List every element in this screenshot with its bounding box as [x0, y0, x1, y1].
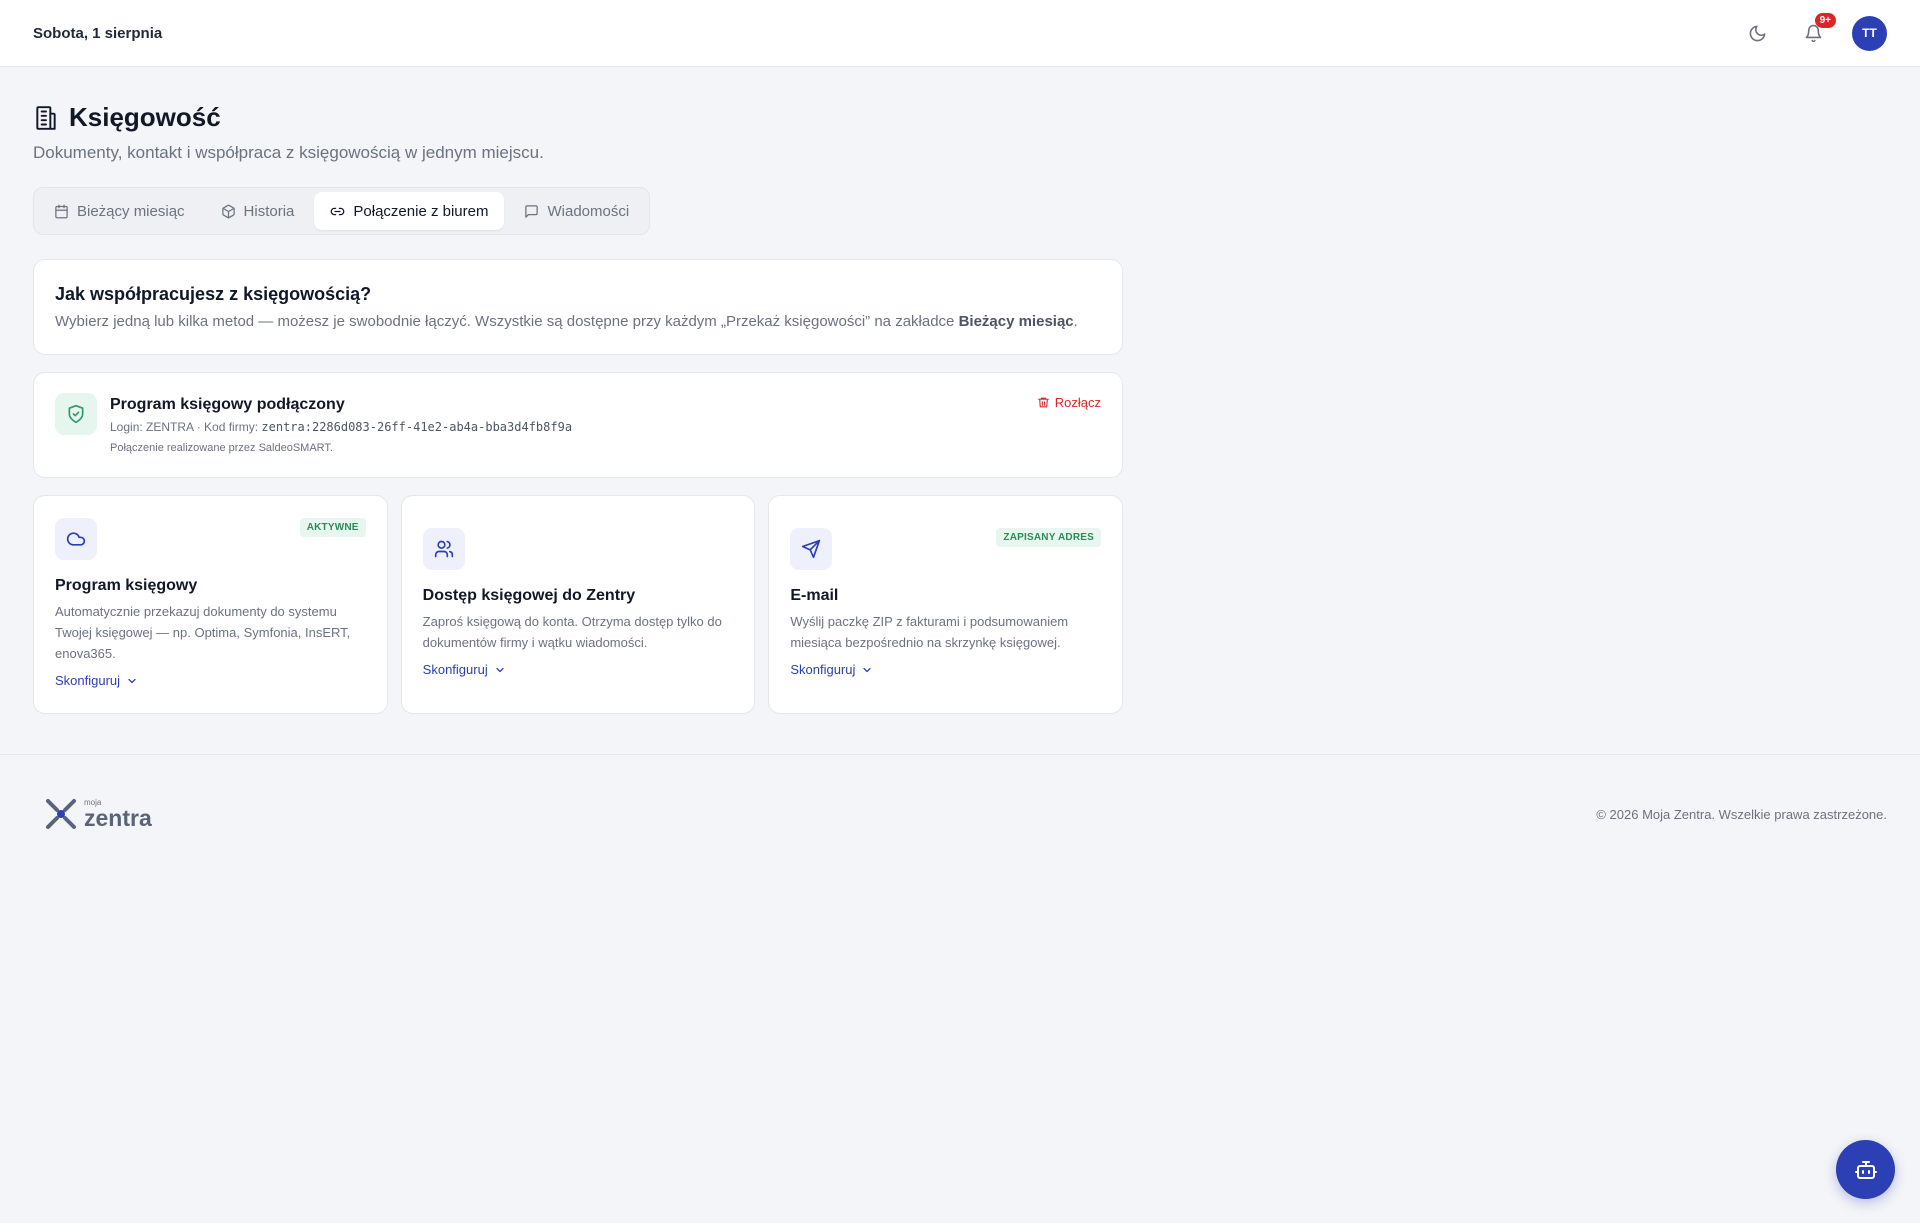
shield-check-icon: [55, 393, 97, 435]
company-code: zentra:2286d083-26ff-41e2-ab4a-bba3d4fb8…: [261, 420, 573, 434]
notifications-button[interactable]: 9+: [1796, 13, 1836, 50]
login-prefix: Login: ZENTRA · Kod firmy:: [110, 420, 262, 434]
main-content: Księgowość Dokumenty, kontakt i współpra…: [33, 67, 1124, 714]
building-icon: [33, 105, 59, 131]
intro-card: Jak współpracujesz z księgowością? Wybie…: [33, 259, 1123, 355]
status-badge: AKTYWNE: [299, 518, 366, 537]
link-icon: [330, 204, 345, 219]
connection-login: Login: ZENTRA · Kod firmy: zentra:2286d0…: [110, 420, 572, 434]
connection-title: Program księgowy podłączony: [110, 396, 345, 413]
tab-label: Wiadomości: [547, 202, 630, 220]
method-title: E-mail: [790, 587, 839, 604]
intro-desc-bold: Bieżący miesiąc: [958, 313, 1074, 330]
method-description: Automatycznie przekazuj dokumenty do sys…: [55, 604, 351, 661]
configure-label: Skonfiguruj: [55, 673, 121, 688]
status-badge: ZAPISANY ADRES: [996, 528, 1102, 547]
disconnect-button[interactable]: Rozłącz: [1037, 395, 1101, 410]
connection-info: Program księgowy podłączony Login: ZENTR…: [110, 393, 572, 457]
logo-text: moja zentra: [84, 799, 152, 831]
message-icon: [524, 204, 539, 219]
method-title: Dostęp księgowej do Zentry: [422, 587, 636, 604]
method-card-email: ZAPISANY ADRES E-mail Wyślij paczkę ZIP …: [768, 495, 1124, 714]
notification-badge: 9+: [1814, 13, 1836, 28]
avatar[interactable]: TT: [1852, 15, 1887, 51]
page-subtitle: Dokumenty, kontakt i współpraca z księgo…: [33, 143, 544, 162]
footer: moja zentra © 2026 Moja Zentra. Wszelkie…: [0, 754, 1920, 874]
disconnect-label: Rozłącz: [1054, 395, 1101, 410]
method-title: Program księgowy: [55, 577, 198, 594]
tab-messages[interactable]: Wiadomości: [508, 192, 645, 230]
chevron-down-icon: [494, 664, 506, 676]
configure-label: Skonfiguruj: [790, 662, 856, 677]
tabs: Bieżący miesiąc Historia Połączenie z bi…: [33, 187, 651, 235]
current-date: Sobota, 1 sierpnia: [33, 24, 163, 42]
chevron-down-icon: [126, 675, 138, 687]
method-description: Wyślij paczkę ZIP z fakturami i podsumow…: [790, 614, 1069, 650]
theme-toggle-button[interactable]: [1740, 16, 1774, 50]
configure-button[interactable]: Skonfiguruj: [55, 673, 138, 688]
robot-icon: [1854, 1158, 1878, 1182]
intro-title: Jak współpracujesz z księgowością?: [55, 284, 372, 304]
method-card-accounting-program: AKTYWNE Program księgowy Automatycznie p…: [33, 495, 388, 714]
intro-description: Wybierz jedną lub kilka metod — możesz j…: [55, 313, 1101, 330]
configure-button[interactable]: Skonfiguruj: [423, 662, 506, 677]
users-icon: [422, 528, 465, 570]
intro-desc-suffix: .: [1073, 313, 1078, 330]
send-icon: [790, 528, 833, 570]
method-description: Zaproś księgową do konta. Otrzyma dostęp…: [422, 614, 722, 650]
tab-current-month[interactable]: Bieżący miesiąc: [38, 192, 201, 230]
intro-desc-text: Wybierz jedną lub kilka metod — możesz j…: [55, 313, 959, 330]
trash-icon: [1037, 396, 1050, 409]
calendar-icon: [54, 204, 69, 219]
tab-label: Historia: [243, 202, 295, 220]
tab-office-connection[interactable]: Połączenie z biurem: [314, 192, 505, 230]
logo-big-text: zentra: [84, 805, 152, 831]
page-title: Księgowość: [69, 102, 221, 132]
top-actions: 9+ TT: [1740, 13, 1887, 51]
moon-icon: [1748, 24, 1767, 43]
connection-note: Połączenie realizowane przez SaldeoSMART…: [110, 442, 333, 454]
chevron-down-icon: [861, 664, 873, 676]
method-card-accountant-access: Dostęp księgowej do Zentry Zaproś księgo…: [400, 495, 756, 714]
tab-label: Bieżący miesiąc: [77, 202, 185, 220]
assistant-bot-button[interactable]: [1836, 1140, 1895, 1199]
page-header: Księgowość: [33, 102, 1123, 133]
box-icon: [221, 204, 236, 219]
connection-status-card: Program księgowy podłączony Login: ZENTR…: [33, 372, 1123, 478]
logo[interactable]: moja zentra: [44, 797, 152, 831]
zentra-logo-icon: [44, 797, 78, 831]
tab-label: Połączenie z biurem: [353, 202, 489, 220]
configure-label: Skonfiguruj: [422, 662, 488, 677]
copyright: © 2026 Moja Zentra. Wszelkie prawa zastr…: [1596, 807, 1887, 822]
cloud-icon: [55, 518, 97, 560]
configure-button[interactable]: Skonfiguruj: [790, 662, 873, 677]
methods-grid: AKTYWNE Program księgowy Automatycznie p…: [33, 495, 1124, 714]
tab-history[interactable]: Historia: [205, 192, 311, 230]
top-bar: Sobota, 1 sierpnia 9+ TT: [0, 0, 1920, 67]
